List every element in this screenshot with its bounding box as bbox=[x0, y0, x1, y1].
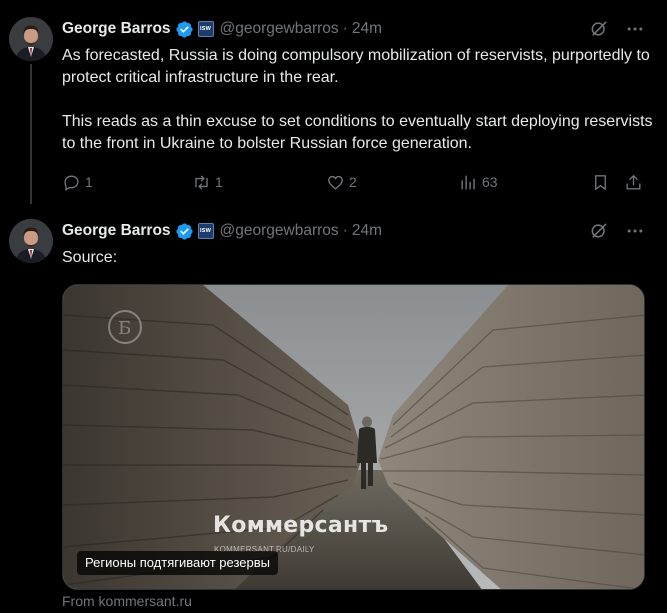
link-card-image: Б bbox=[63, 285, 644, 589]
views-chart-icon bbox=[461, 174, 475, 190]
reply-button[interactable]: 1 bbox=[62, 173, 93, 192]
affiliation-badge[interactable]: ISW bbox=[197, 21, 214, 37]
like-button[interactable]: 2 bbox=[326, 173, 357, 192]
publisher-logo-text: Коммерсантъ bbox=[213, 513, 389, 538]
bookmark-icon[interactable] bbox=[591, 173, 610, 192]
link-card-title[interactable]: Регионы подтягивают резервы bbox=[77, 551, 278, 575]
tweet-action-bar: 1 1 2 63 bbox=[62, 172, 652, 192]
svg-text:Б: Б bbox=[118, 318, 131, 339]
affiliation-badge[interactable]: ISW bbox=[197, 223, 214, 239]
timestamp[interactable]: 24m bbox=[352, 222, 382, 240]
tweet-top-actions bbox=[589, 19, 645, 39]
link-card-source[interactable]: From kommersant.ru bbox=[62, 593, 192, 609]
more-options-icon[interactable] bbox=[625, 221, 645, 241]
more-options-icon[interactable] bbox=[625, 19, 645, 39]
tweet-text: Source: bbox=[62, 247, 654, 269]
tweet-paragraph: As forecasted, Russia is doing compulsor… bbox=[62, 47, 650, 86]
separator-dot: · bbox=[342, 222, 348, 239]
author-name[interactable]: George Barros bbox=[62, 20, 171, 38]
thread-connector bbox=[30, 64, 32, 204]
author-handle[interactable]: @georgewbarros bbox=[220, 20, 339, 38]
tweet-paragraph: Source: bbox=[62, 249, 118, 266]
separator-dot: · bbox=[342, 20, 348, 37]
avatar[interactable] bbox=[9, 17, 53, 61]
avatar[interactable] bbox=[9, 219, 53, 263]
repost-count: 1 bbox=[215, 174, 223, 190]
repost-button[interactable]: 1 bbox=[192, 173, 223, 192]
like-count: 2 bbox=[349, 174, 357, 190]
tweet-header: George Barros ISW @georgewbarros · 24m bbox=[62, 221, 382, 241]
avatar-photo bbox=[9, 219, 53, 263]
repost-icon bbox=[195, 174, 208, 190]
tweet-top-actions bbox=[589, 221, 645, 241]
tweet-paragraph: This reads as a thin excuse to set condi… bbox=[62, 113, 653, 152]
author-handle[interactable]: @georgewbarros bbox=[220, 222, 339, 240]
views-count: 63 bbox=[482, 174, 498, 190]
verified-badge-icon[interactable] bbox=[175, 222, 194, 241]
tweet-text: As forecasted, Russia is doing compulsor… bbox=[62, 45, 654, 155]
heart-icon bbox=[328, 175, 343, 190]
reply-count: 1 bbox=[85, 174, 93, 190]
views-button[interactable]: 63 bbox=[459, 173, 498, 192]
tweet[interactable]: George Barros ISW @georgewbarros · 24m A… bbox=[0, 0, 667, 208]
tweet[interactable]: George Barros ISW @georgewbarros · 24m S… bbox=[0, 208, 667, 613]
author-name[interactable]: George Barros bbox=[62, 222, 171, 240]
share-icon[interactable] bbox=[624, 173, 643, 192]
grok-icon[interactable] bbox=[589, 221, 609, 241]
verified-badge-icon[interactable] bbox=[175, 20, 194, 39]
tweet-header: George Barros ISW @georgewbarros · 24m bbox=[62, 19, 382, 39]
reply-icon bbox=[64, 174, 79, 191]
link-card[interactable]: Б Коммерсантъ KOMMERSANT.RU/DAILY Регион… bbox=[62, 284, 645, 590]
grok-icon[interactable] bbox=[589, 19, 609, 39]
timestamp[interactable]: 24m bbox=[352, 20, 382, 38]
avatar-photo bbox=[9, 17, 53, 61]
